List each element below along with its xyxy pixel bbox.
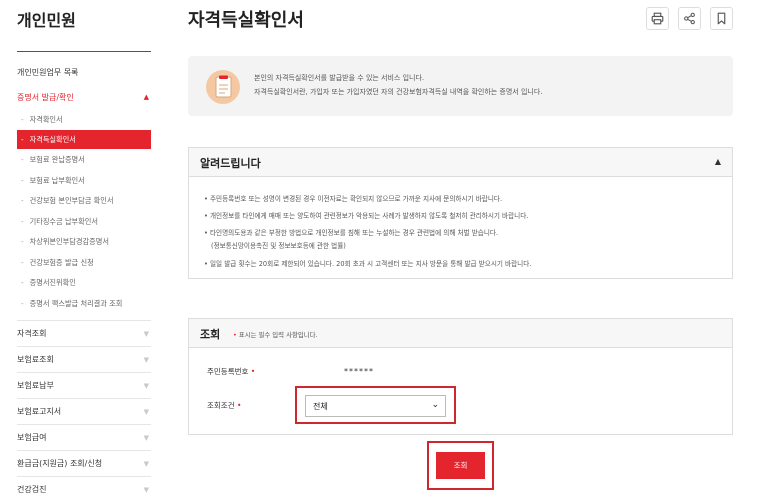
sidebar-item-insurance-card[interactable]: - 건강보험증 발급 신청 <box>17 253 151 272</box>
chevron-down-icon: ⌄ <box>431 400 439 410</box>
sidebar-link-list[interactable]: 개인민원업무 목록 <box>17 67 78 78</box>
intro-text: 본인의 자격득실확인서를 발급받을 수 있는 서비스 입니다. <box>254 74 425 82</box>
sidebar-category[interactable]: 환급금(지원금) 조회/신청 ▼ <box>17 450 151 476</box>
sidebar-category[interactable]: 보험급여 ▼ <box>17 424 151 450</box>
notice-item: • 일일 발급 횟수는 20회로 제한되어 있습니다. 20회 초과 시 고객센… <box>204 260 532 268</box>
sidebar-item-copay-confirm[interactable]: - 건강보험 본인부담금 확인서 <box>17 191 151 210</box>
notice-item: • 타인명의도용과 같은 부정한 방법으로 개인정보를 침해 또는 누설하는 경… <box>204 229 499 237</box>
sidebar-item-qualification-history[interactable]: - 자격득실확인서 <box>17 130 151 149</box>
sidebar-section-label: 증명서 발급/확인 <box>17 93 74 102</box>
sidebar-item-premium-paid-cert[interactable]: - 보험료 완납증명서 <box>17 150 151 169</box>
notice-item: (정보통신망이용촉진 및 정보보호등에 관한 법률) <box>211 242 346 250</box>
sidebar-item-authenticity-check[interactable]: - 증명서진위확인 <box>17 273 151 292</box>
triangle-up-icon: ▲ <box>714 157 721 166</box>
sidebar-item-qualification-cert[interactable]: - 자격확인서 <box>17 110 151 129</box>
sidebar-title: 개인민원 <box>17 11 76 30</box>
sidebar-section-certificates[interactable]: 증명서 발급/확인 ▲ <box>17 92 151 103</box>
required-mark: • <box>237 401 242 410</box>
highlight-box: 조회 <box>427 441 494 490</box>
page-title: 자격득실확인서 <box>188 10 304 31</box>
sidebar-category[interactable]: 건강검진 ▼ <box>17 476 151 502</box>
query-form: 주민등록번호 • ****** 조회조건 • 전체 ⌄ <box>188 348 733 435</box>
search-button[interactable]: 조회 <box>436 452 485 479</box>
sidebar-item-premium-payment-confirm[interactable]: - 보험료 납부확인서 <box>17 171 151 190</box>
triangle-up-icon: ▲ <box>143 93 149 101</box>
bookmark-button[interactable] <box>710 7 733 30</box>
sidebar-item-fax-result[interactable]: - 증명서 팩스발급 처리결과 조회 <box>17 294 151 313</box>
condition-label: 조회조건 • <box>207 401 242 410</box>
bookmark-icon <box>717 12 726 25</box>
share-icon <box>684 12 695 25</box>
ssn-value: ****** <box>344 367 374 376</box>
notice-body: • 주민등록번호 또는 성명이 변경된 경우 이전자료는 확인되지 않으므로 가… <box>188 177 733 279</box>
triangle-down-icon: ▼ <box>143 408 149 416</box>
document-icon <box>206 70 240 104</box>
triangle-down-icon: ▼ <box>143 382 149 390</box>
notice-title: 알려드립니다 <box>200 157 261 170</box>
triangle-down-icon: ▼ <box>143 330 149 338</box>
condition-selected-value: 전체 <box>313 402 328 411</box>
sidebar-item-other-payment[interactable]: - 기타징수금 납부확인서 <box>17 212 151 231</box>
sidebar-category[interactable]: 보험료납부 ▼ <box>17 372 151 398</box>
condition-select[interactable]: 전체 ⌄ <box>305 395 446 417</box>
sidebar-category[interactable]: 보험료고지서 ▼ <box>17 398 151 424</box>
query-title: 조회 <box>200 328 221 341</box>
notice-header[interactable]: 알려드립니다 ▲ <box>188 147 733 177</box>
required-mark: • <box>233 331 237 339</box>
triangle-down-icon: ▼ <box>143 356 149 364</box>
intro-text: 자격득실확인서란, 가입자 또는 가입자였던 자의 건강보험자격득실 내역을 확… <box>254 88 543 96</box>
divider <box>17 51 151 52</box>
query-header: 조회 • 표시는 필수 입력 사항입니다. <box>188 318 733 348</box>
triangle-down-icon: ▼ <box>143 460 149 468</box>
notice-item: • 개인정보를 타인에게 매매 또는 양도하여 관련정보가 악용되는 사례가 발… <box>204 212 529 220</box>
notice-item: • 주민등록번호 또는 성명이 변경된 경우 이전자료는 확인되지 않으므로 가… <box>204 195 503 203</box>
sidebar-category[interactable]: 자격조회 ▼ <box>17 320 151 346</box>
print-button[interactable] <box>646 7 669 30</box>
highlight-box: 전체 ⌄ <box>295 386 456 424</box>
required-note: • 표시는 필수 입력 사항입니다. <box>233 331 318 339</box>
triangle-down-icon: ▼ <box>143 486 149 494</box>
sidebar: 개인민원 개인민원업무 목록 증명서 발급/확인 ▲ - 자격확인서 - 자격득실확… <box>0 0 162 503</box>
share-button[interactable] <box>678 7 701 30</box>
sidebar-category[interactable]: 보험료조회 ▼ <box>17 346 151 372</box>
printer-icon <box>651 12 664 25</box>
sidebar-item-near-poverty-cert[interactable]: - 차상위본인부담경감증명서 <box>17 232 151 251</box>
ssn-label: 주민등록번호 • <box>207 367 256 376</box>
intro-box: 본인의 자격득실확인서를 발급받을 수 있는 서비스 입니다. 자격득실확인서란… <box>188 56 733 116</box>
triangle-down-icon: ▼ <box>143 434 149 442</box>
required-mark: • <box>250 367 256 376</box>
